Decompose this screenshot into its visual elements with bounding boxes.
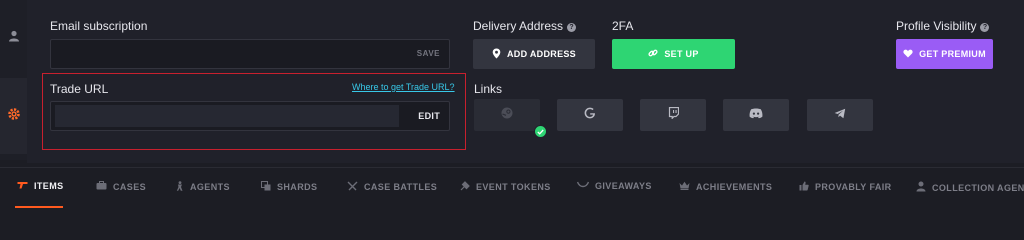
trade-url-label: Trade URL [50, 82, 109, 96]
help-icon[interactable]: ? [567, 23, 577, 32]
email-subscription-label: Email subscription [50, 19, 148, 33]
case-icon [96, 181, 107, 192]
google-icon [584, 106, 596, 124]
google-link-button[interactable] [557, 99, 623, 131]
trade-url-value [55, 105, 399, 127]
link-icon [648, 48, 658, 60]
help-icon[interactable]: ? [980, 23, 990, 32]
settings-nav-item[interactable] [0, 78, 27, 154]
email-field[interactable]: SAVE [50, 39, 450, 69]
tab-achievements[interactable]: ACHIEVEMENTS [679, 181, 772, 192]
get-premium-button[interactable]: GET PREMIUM [896, 39, 993, 69]
trade-url-field[interactable]: EDIT [50, 101, 450, 131]
tab-case-battles[interactable]: CASE BATTLES [347, 181, 437, 193]
agent-icon [176, 181, 184, 193]
edit-button[interactable]: EDIT [418, 111, 440, 121]
setup-2fa-button[interactable]: SET UP [612, 39, 735, 69]
crown-icon [679, 181, 690, 192]
premium-label: GET PREMIUM [919, 49, 986, 59]
links-label: Links [474, 82, 503, 96]
steam-icon [501, 106, 513, 124]
setup-label: SET UP [664, 49, 699, 59]
telegram-link-button[interactable] [807, 99, 873, 131]
telegram-icon [834, 106, 846, 124]
twitch-link-button[interactable] [640, 99, 706, 131]
collector-icon [916, 181, 926, 194]
tab-giveaways[interactable]: GIVEAWAYS [576, 181, 652, 191]
add-address-button[interactable]: ADD ADDRESS [473, 39, 595, 69]
user-icon [8, 29, 20, 47]
gear-icon [7, 107, 21, 126]
active-tab-indicator [15, 206, 63, 208]
discord-icon [749, 106, 763, 124]
profile-visibility-label: Profile Visibility? [896, 19, 990, 33]
tab-event-tokens[interactable]: EVENT TOKENS [460, 181, 551, 193]
check-icon [534, 125, 547, 138]
tab-cases[interactable]: CASES [96, 181, 146, 192]
twofa-label: 2FA [612, 19, 634, 33]
profile-nav-item[interactable] [0, 20, 27, 56]
twitch-icon [668, 106, 679, 124]
trade-url-help-link[interactable]: Where to get Trade URL? [352, 82, 455, 92]
delivery-address-label: Delivery Address? [473, 19, 577, 33]
thumbs-up-icon [799, 181, 809, 193]
battles-icon [347, 181, 358, 193]
tab-collection-agent[interactable]: COLLECTION AGENT [916, 181, 1024, 194]
location-pin-icon [492, 48, 501, 61]
token-icon [460, 181, 470, 193]
profile-tab-bar: ITEMS CASES AGENTS SHARDS CASE BATTLES E… [0, 167, 1024, 208]
heart-icon [903, 49, 913, 60]
steam-link-button[interactable] [474, 99, 540, 131]
tab-provably-fair[interactable]: PROVABLY FAIR [799, 181, 892, 193]
tab-agents[interactable]: AGENTS [176, 181, 230, 193]
tab-items[interactable]: ITEMS [17, 181, 64, 191]
add-address-label: ADD ADDRESS [507, 49, 576, 59]
save-button[interactable]: SAVE [417, 49, 440, 58]
gun-icon [17, 181, 28, 191]
discord-link-button[interactable] [723, 99, 789, 131]
giveaway-icon [576, 181, 590, 191]
tab-shards[interactable]: SHARDS [261, 181, 317, 193]
shards-icon [261, 181, 271, 193]
profile-sidebar [0, 0, 28, 160]
